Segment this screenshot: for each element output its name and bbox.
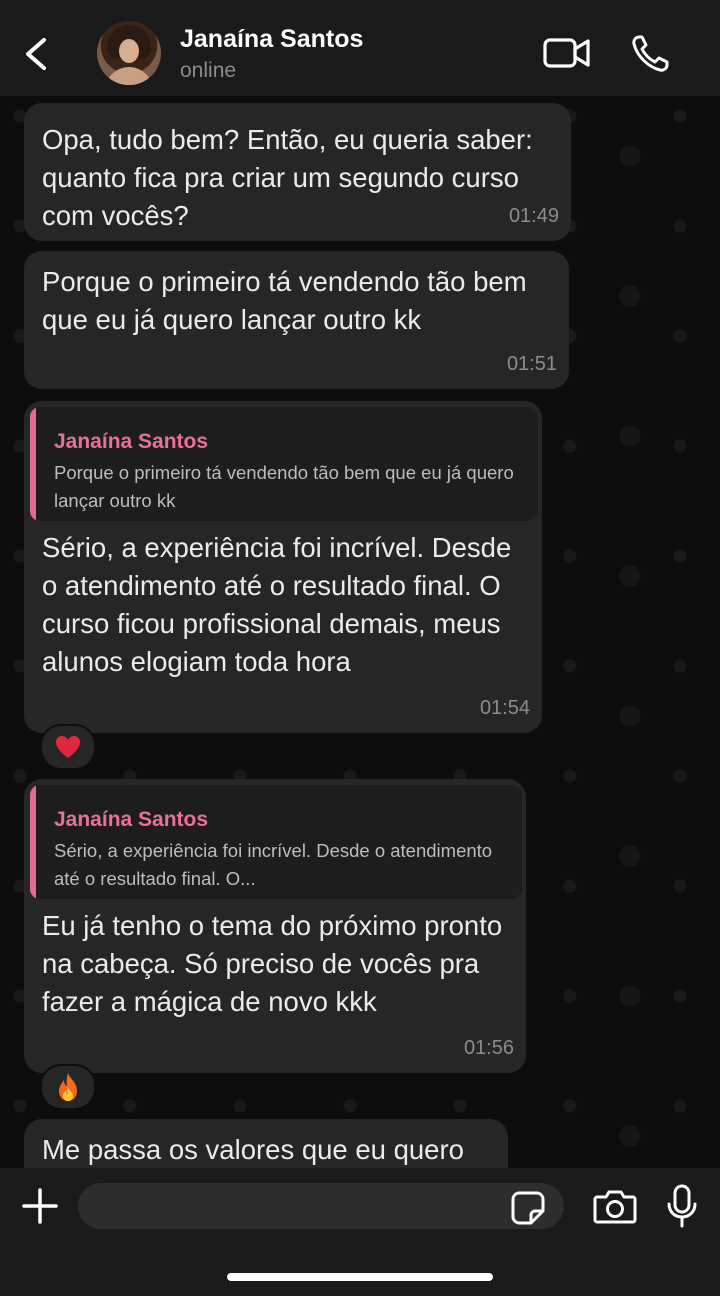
message-text: Me passa os valores que eu quero — [42, 1134, 464, 1165]
message-bubble[interactable]: Me passa os valores que eu quero — [24, 1119, 508, 1168]
chat-header: Janaína Santos online — [0, 0, 720, 96]
quote-bar — [30, 407, 36, 521]
message-text: Porque o primeiro tá vendendo tão bem qu… — [42, 266, 527, 335]
quote-sender: Janaína Santos — [54, 808, 209, 831]
home-indicator — [227, 1273, 493, 1281]
message-time: 01:54 — [479, 697, 530, 719]
message-time: 01:56 — [463, 1037, 514, 1059]
message-time: 01:51 — [506, 353, 557, 375]
message-bubble[interactable]: Opa, tudo bem? Então, eu queria saber: q… — [24, 103, 571, 241]
quote-bar — [30, 785, 36, 899]
reaction-badge[interactable] — [40, 724, 96, 770]
sticker-icon[interactable] — [511, 1191, 545, 1225]
fire-icon — [59, 1073, 77, 1101]
heart-icon — [56, 736, 80, 758]
message-bubble[interactable]: Janaína Santos Porque o primeiro tá vend… — [24, 401, 542, 733]
quoted-message[interactable]: Janaína Santos Sério, a experiência foi … — [30, 785, 522, 899]
contact-avatar[interactable] — [97, 21, 161, 85]
quoted-message[interactable]: Janaína Santos Porque o primeiro tá vend… — [30, 407, 538, 521]
contact-status: online — [180, 59, 237, 82]
phone-call-icon[interactable] — [630, 34, 670, 74]
reaction-badge[interactable] — [40, 1064, 96, 1110]
message-bubble[interactable]: Porque o primeiro tá vendendo tão bem qu… — [24, 251, 569, 389]
contact-name[interactable]: Janaína Santos — [180, 25, 363, 54]
message-time: 01:49 — [508, 205, 559, 227]
quote-text: Porque o primeiro tá vendendo tão bem qu… — [54, 462, 514, 511]
quote-sender: Janaína Santos — [54, 430, 209, 453]
microphone-icon[interactable] — [666, 1184, 698, 1228]
camera-icon[interactable] — [593, 1188, 637, 1224]
plus-icon[interactable] — [22, 1188, 58, 1224]
quote-text: Sério, a experiência foi incrível. Desde… — [54, 840, 493, 889]
message-text: Opa, tudo bem? Então, eu queria saber: q… — [42, 124, 533, 231]
back-arrow-icon[interactable] — [22, 36, 50, 72]
video-call-icon[interactable] — [543, 36, 591, 70]
message-bubble[interactable]: Janaína Santos Sério, a experiência foi … — [24, 779, 526, 1073]
message-input[interactable] — [78, 1183, 564, 1229]
chat-area[interactable]: Opa, tudo bem? Então, eu queria saber: q… — [0, 96, 720, 1168]
